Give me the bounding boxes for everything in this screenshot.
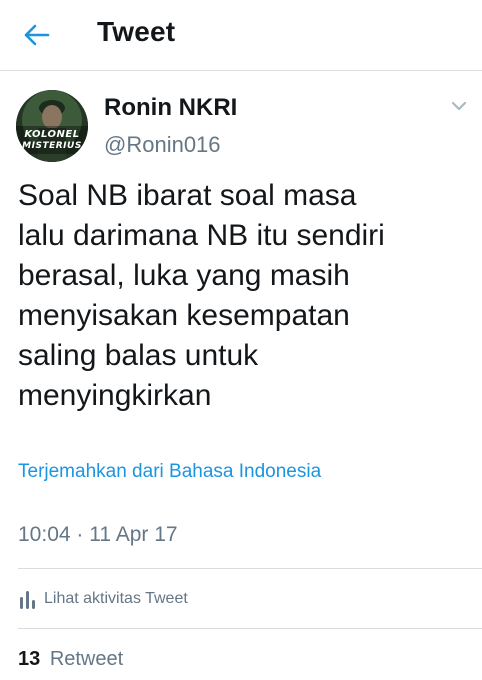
chevron-down-icon	[451, 101, 467, 111]
author-handle[interactable]: @Ronin016	[104, 132, 221, 158]
avatar-image	[16, 90, 88, 162]
avatar[interactable]: KOLONEL MISTERIUS	[16, 90, 88, 162]
tweet-text: Soal NB ibarat soal masa lalu darimana N…	[18, 179, 385, 412]
activity-label: Lihat aktivitas Tweet	[44, 590, 188, 607]
back-button[interactable]	[20, 18, 54, 52]
tweet-timestamp: 10:04 · 11 Apr 17	[18, 523, 178, 546]
page-title: Tweet	[97, 16, 176, 47]
translate-link[interactable]: Terjemahkan dari Bahasa Indonesia	[18, 461, 321, 483]
avatar-label-line2: MISTERIUS	[22, 141, 82, 151]
divider	[18, 628, 482, 629]
retweet-count: 13	[18, 648, 41, 670]
arrow-left-icon	[24, 24, 50, 46]
view-activity-button[interactable]: Lihat aktivitas Tweet	[18, 588, 188, 610]
tweet-menu-button[interactable]	[448, 98, 470, 114]
divider	[18, 568, 482, 569]
author-name[interactable]: Ronin NKRI	[104, 94, 237, 122]
top-bar: Tweet	[0, 0, 482, 71]
bar-chart-icon	[20, 591, 35, 609]
retweet-label: Retweet	[49, 648, 124, 670]
retweet-stat[interactable]: 13 Retweet	[18, 648, 123, 671]
avatar-label-line1: KOLONEL	[24, 129, 80, 140]
